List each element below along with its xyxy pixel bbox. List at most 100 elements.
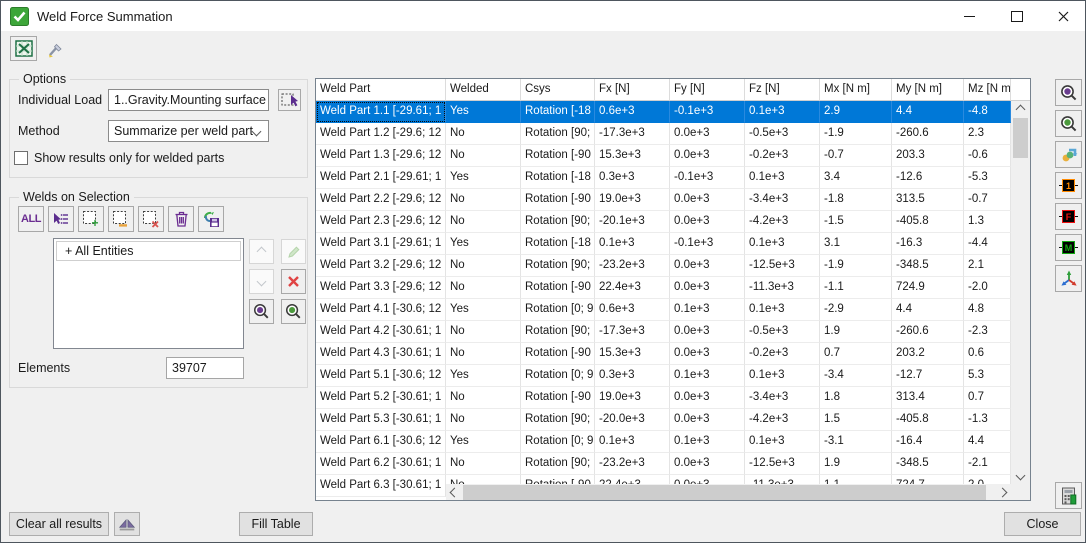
table-cell[interactable]: Yes: [446, 167, 521, 189]
table-cell[interactable]: 0.7: [964, 387, 1011, 409]
table-cell[interactable]: Weld Part 6.2 [-30.61; 1: [316, 453, 446, 475]
table-cell[interactable]: Weld Part 4.2 [-30.61; 1: [316, 321, 446, 343]
column-header[interactable]: Weld Part: [316, 79, 446, 101]
table-row[interactable]: Weld Part 5.2 [-30.61; 1NoRotation [-901…: [316, 387, 1011, 409]
table-cell[interactable]: -3.4e+3: [745, 387, 820, 409]
table-cell[interactable]: 1.8: [820, 387, 892, 409]
table-cell[interactable]: 19.0e+3: [595, 387, 670, 409]
table-cell[interactable]: No: [446, 387, 521, 409]
table-cell[interactable]: 0.1e+3: [670, 431, 745, 453]
table-cell[interactable]: 3.4: [820, 167, 892, 189]
welds-selection-list[interactable]: + All Entities: [53, 238, 244, 349]
select-all-button[interactable]: ALL: [18, 206, 44, 232]
table-cell[interactable]: 0.6e+3: [595, 299, 670, 321]
table-cell[interactable]: -260.6: [892, 123, 964, 145]
table-cell[interactable]: Rotation [-90: [521, 145, 595, 167]
table-cell[interactable]: No: [446, 321, 521, 343]
vertical-scrollbar[interactable]: [1011, 101, 1030, 501]
close-button[interactable]: Close: [1004, 512, 1081, 536]
table-cell[interactable]: 0.3e+3: [595, 365, 670, 387]
table-cell[interactable]: Rotation [90;: [521, 123, 595, 145]
table-cell[interactable]: 0.1e+3: [745, 365, 820, 387]
table-cell[interactable]: No: [446, 123, 521, 145]
table-cell[interactable]: Weld Part 2.1 [-29.61; 1: [316, 167, 446, 189]
table-row[interactable]: Weld Part 2.3 [-29.6; 12NoRotation [90;-…: [316, 211, 1011, 233]
table-cell[interactable]: -0.7: [820, 145, 892, 167]
table-cell[interactable]: -2.9: [820, 299, 892, 321]
table-cell[interactable]: -1.9: [820, 255, 892, 277]
column-header[interactable]: Csys: [521, 79, 595, 101]
table-cell[interactable]: 203.3: [892, 145, 964, 167]
table-cell[interactable]: 313.5: [892, 189, 964, 211]
table-cell[interactable]: -348.5: [892, 453, 964, 475]
table-cell[interactable]: 0.0e+3: [670, 211, 745, 233]
column-header[interactable]: Fx [N]: [595, 79, 670, 101]
table-cell[interactable]: Rotation [-90: [521, 189, 595, 211]
table-cell[interactable]: Rotation [0; 9: [521, 365, 595, 387]
table-cell[interactable]: Weld Part 6.3 [-30.61; 1: [316, 475, 446, 497]
scroll-left-button[interactable]: [446, 484, 463, 501]
table-cell[interactable]: 0.1e+3: [595, 431, 670, 453]
fill-table-button[interactable]: Fill Table: [239, 512, 313, 536]
vertical-scrollbar-thumb[interactable]: [1013, 118, 1028, 158]
table-cell[interactable]: No: [446, 409, 521, 431]
table-cell[interactable]: 4.8: [964, 299, 1011, 321]
table-cell[interactable]: Rotation [-90: [521, 387, 595, 409]
table-cell[interactable]: Rotation [-18: [521, 233, 595, 255]
table-cell[interactable]: No: [446, 211, 521, 233]
table-cell[interactable]: -1.1: [820, 277, 892, 299]
table-cell[interactable]: 0.6e+3: [595, 101, 670, 123]
table-row[interactable]: Weld Part 2.1 [-29.61; 1YesRotation [-18…: [316, 167, 1011, 189]
table-cell[interactable]: -0.6: [964, 145, 1011, 167]
table-cell[interactable]: 0.0e+3: [670, 189, 745, 211]
table-cell[interactable]: 22.4e+3: [595, 277, 670, 299]
column-header[interactable]: Mz [N m]: [964, 79, 1011, 101]
scroll-down-button[interactable]: [1011, 467, 1030, 484]
table-cell[interactable]: 0.1e+3: [670, 365, 745, 387]
table-cell[interactable]: -1.5: [820, 211, 892, 233]
table-cell[interactable]: 3.1: [820, 233, 892, 255]
table-cell[interactable]: 0.0e+3: [670, 145, 745, 167]
table-cell[interactable]: -3.1: [820, 431, 892, 453]
table-row[interactable]: Weld Part 6.2 [-30.61; 1NoRotation [90;-…: [316, 453, 1011, 475]
table-cell[interactable]: 0.1e+3: [745, 299, 820, 321]
table-cell[interactable]: -16.4: [892, 431, 964, 453]
table-cell[interactable]: -4.2e+3: [745, 409, 820, 431]
table-cell[interactable]: 0.1e+3: [745, 167, 820, 189]
table-cell[interactable]: 0.6: [964, 343, 1011, 365]
table-cell[interactable]: -4.4: [964, 233, 1011, 255]
table-cell[interactable]: -11.3e+3: [745, 277, 820, 299]
table-cell[interactable]: 4.4: [964, 431, 1011, 453]
table-cell[interactable]: -405.8: [892, 409, 964, 431]
table-cell[interactable]: 0.0e+3: [670, 453, 745, 475]
save-selection-button[interactable]: [198, 206, 224, 232]
table-cell[interactable]: 5.3: [964, 365, 1011, 387]
delete-item-button[interactable]: [281, 269, 306, 294]
table-cell[interactable]: -2.3: [964, 321, 1011, 343]
table-row[interactable]: Weld Part 1.2 [-29.6; 12NoRotation [90; -…: [316, 123, 1011, 145]
column-header[interactable]: Fz [N]: [745, 79, 820, 101]
table-cell[interactable]: 313.4: [892, 387, 964, 409]
table-cell[interactable]: -4.8: [964, 101, 1011, 123]
table-cell[interactable]: 19.0e+3: [595, 189, 670, 211]
table-row[interactable]: Weld Part 4.1 [-30.6; 12YesRotation [0; …: [316, 299, 1011, 321]
table-cell[interactable]: Rotation [90;: [521, 453, 595, 475]
table-cell[interactable]: Rotation [-90: [521, 343, 595, 365]
minimize-button[interactable]: [946, 1, 993, 31]
table-cell[interactable]: Rotation [-90: [521, 277, 595, 299]
table-cell[interactable]: Weld Part 1.2 [-29.6; 12: [316, 123, 446, 145]
table-cell[interactable]: Yes: [446, 299, 521, 321]
table-cell[interactable]: 2.3: [964, 123, 1011, 145]
clear-all-results-button[interactable]: Clear all results: [9, 512, 109, 536]
table-row[interactable]: Weld Part 5.3 [-30.61; 1NoRotation [90;-…: [316, 409, 1011, 431]
table-cell[interactable]: No: [446, 145, 521, 167]
table-cell[interactable]: Weld Part 4.3 [-30.61; 1: [316, 343, 446, 365]
table-cell[interactable]: Rotation [90;: [521, 409, 595, 431]
table-cell[interactable]: 0.0e+3: [670, 255, 745, 277]
table-cell[interactable]: Weld Part 1.3 [-29.6; 12: [316, 145, 446, 167]
table-row[interactable]: Weld Part 4.3 [-30.61; 1NoRotation [-901…: [316, 343, 1011, 365]
table-cell[interactable]: 0.1e+3: [595, 233, 670, 255]
table-cell[interactable]: No: [446, 189, 521, 211]
table-cell[interactable]: -348.5: [892, 255, 964, 277]
table-cell[interactable]: -1.8: [820, 189, 892, 211]
